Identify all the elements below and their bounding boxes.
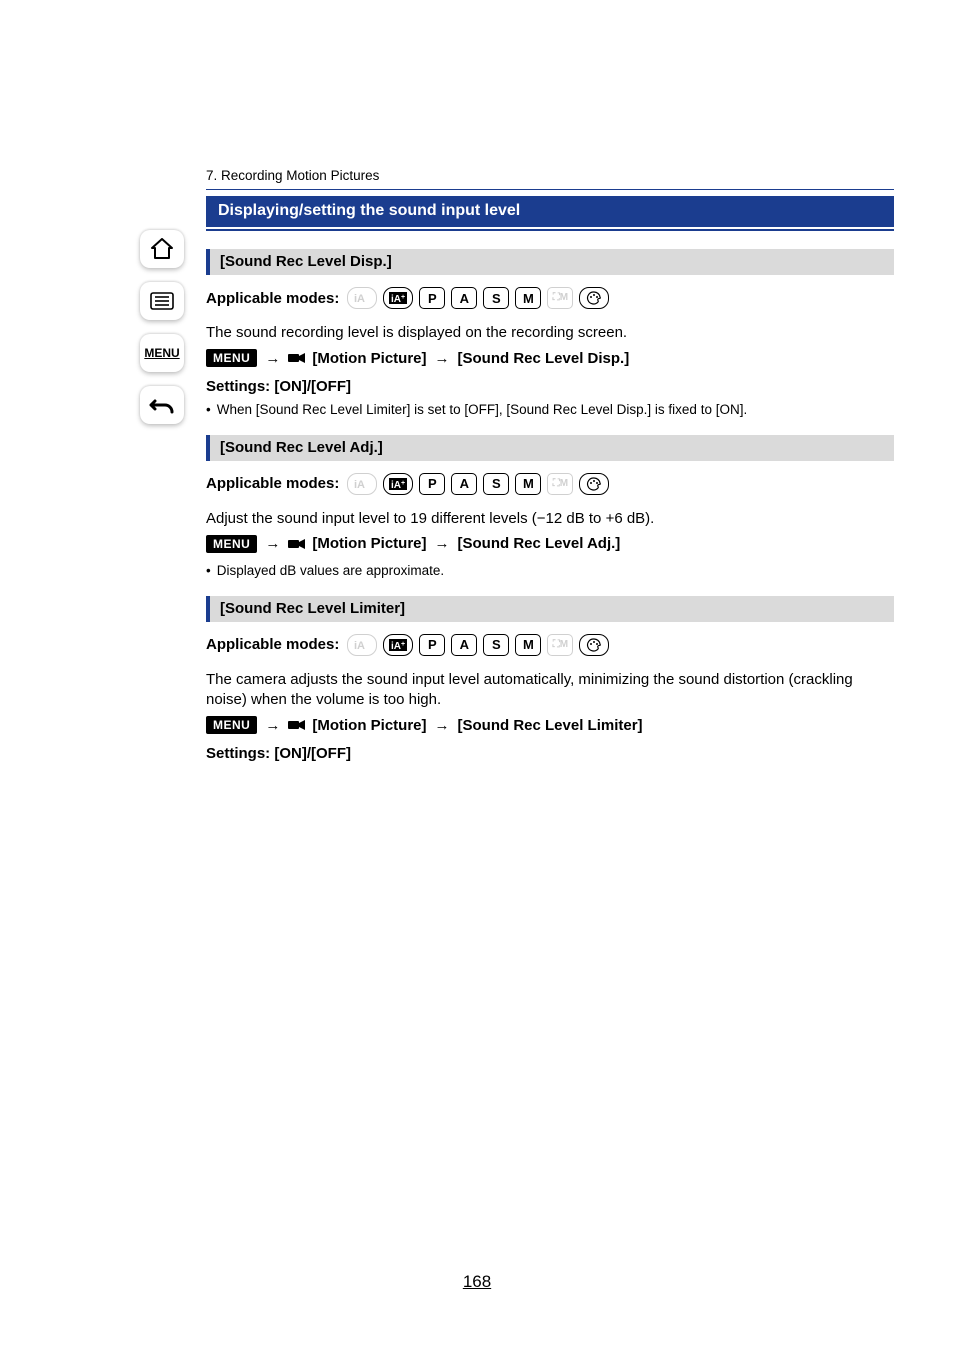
bullet-icon: • [206, 563, 211, 578]
mode-s-icon: S [483, 473, 509, 495]
menu-path: MENU → [Motion Picture] → [Sound Rec Lev… [206, 716, 894, 734]
motion-picture-icon [288, 351, 306, 365]
arrow-icon: → [265, 535, 280, 552]
menu-chip: MENU [206, 716, 257, 734]
section-title: [Sound Rec Level Limiter] [206, 596, 894, 622]
applicable-modes: Applicable modes: iA iA+ P A S M ⛶M [206, 634, 894, 656]
settings-line: Settings: [ON]/[OFF] [206, 744, 894, 764]
mode-filmm-icon: ⛶M [547, 287, 573, 309]
svg-text:iA: iA [354, 479, 365, 490]
arrow-icon: → [435, 535, 450, 552]
menu-button[interactable]: MENU [140, 334, 184, 372]
toc-button[interactable] [140, 282, 184, 320]
mode-a-icon: A [451, 287, 477, 309]
rule [206, 189, 894, 190]
svg-text:iA: iA [391, 480, 401, 490]
motion-picture-icon [288, 537, 306, 551]
mode-filmm-icon: ⛶M [547, 634, 573, 656]
menu-step: [Sound Rec Level Disp.] [458, 350, 630, 367]
note-text: Displayed dB values are approximate. [217, 563, 444, 578]
svg-text:+: + [401, 480, 405, 487]
note: • Displayed dB values are approximate. [206, 563, 894, 578]
modes-label: Applicable modes: [206, 475, 339, 492]
mode-m-icon: M [515, 287, 541, 309]
page-heading: Displaying/setting the sound input level [206, 196, 894, 227]
mode-palette-icon [579, 634, 609, 656]
menu-path: MENU → [Motion Picture] → [Sound Rec Lev… [206, 535, 894, 553]
note: • When [Sound Rec Level Limiter] is set … [206, 402, 894, 417]
mode-m-icon: M [515, 473, 541, 495]
mode-iaplus-icon: iA+ [383, 473, 413, 495]
modes-label: Applicable modes: [206, 636, 339, 653]
mode-iaplus-icon: iA+ [383, 287, 413, 309]
mode-ia-icon: iA [347, 634, 377, 656]
mode-palette-icon [579, 473, 609, 495]
home-icon [150, 238, 174, 260]
svg-text:+: + [401, 294, 405, 301]
mode-iaplus-icon: iA+ [383, 634, 413, 656]
sidebar-nav: MENU [140, 230, 184, 424]
applicable-modes: Applicable modes: iA iA+ P A S M ⛶M [206, 473, 894, 495]
mode-p-icon: P [419, 287, 445, 309]
mode-p-icon: P [419, 473, 445, 495]
mode-s-icon: S [483, 634, 509, 656]
back-button[interactable] [140, 386, 184, 424]
arrow-icon: → [265, 350, 280, 367]
mode-a-icon: A [451, 634, 477, 656]
settings-line: Settings: [ON]/[OFF] [206, 377, 894, 397]
section-body: The sound recording level is displayed o… [206, 323, 894, 343]
back-icon [149, 395, 175, 415]
svg-text:iA: iA [391, 641, 401, 651]
section-title: [Sound Rec Level Disp.] [206, 249, 894, 275]
mode-ia-icon: iA [347, 473, 377, 495]
mode-m-icon: M [515, 634, 541, 656]
mode-palette-icon [579, 287, 609, 309]
mode-ia-icon: iA [347, 287, 377, 309]
mode-a-icon: A [451, 473, 477, 495]
mode-p-icon: P [419, 634, 445, 656]
menu-path: MENU → [Motion Picture] → [Sound Rec Lev… [206, 349, 894, 367]
svg-text:iA: iA [354, 293, 365, 304]
note-text: When [Sound Rec Level Limiter] is set to… [217, 402, 747, 417]
arrow-icon: → [435, 350, 450, 367]
menu-step: [Sound Rec Level Adj.] [458, 535, 621, 552]
svg-text:+: + [401, 641, 405, 648]
motion-picture-icon [288, 718, 306, 732]
menu-step: [Motion Picture] [312, 350, 426, 367]
svg-text:iA: iA [391, 294, 401, 304]
list-icon [150, 292, 174, 310]
section-title: [Sound Rec Level Adj.] [206, 435, 894, 461]
section-body: The camera adjusts the sound input level… [206, 670, 894, 711]
menu-chip: MENU [206, 349, 257, 367]
bullet-icon: • [206, 402, 211, 417]
menu-step: [Sound Rec Level Limiter] [458, 717, 643, 734]
menu-step: [Motion Picture] [312, 717, 426, 734]
mode-filmm-icon: ⛶M [547, 473, 573, 495]
page-number: 168 [0, 1272, 954, 1292]
arrow-icon: → [265, 717, 280, 734]
menu-step: [Motion Picture] [312, 535, 426, 552]
home-button[interactable] [140, 230, 184, 268]
section-body: Adjust the sound input level to 19 diffe… [206, 509, 894, 529]
chapter-label: 7. Recording Motion Pictures [206, 168, 894, 183]
mode-s-icon: S [483, 287, 509, 309]
applicable-modes: Applicable modes: iA iA+ P A S M ⛶M [206, 287, 894, 309]
menu-chip: MENU [206, 535, 257, 553]
rule [206, 229, 894, 231]
svg-text:iA: iA [354, 640, 365, 651]
modes-label: Applicable modes: [206, 290, 339, 307]
arrow-icon: → [435, 717, 450, 734]
